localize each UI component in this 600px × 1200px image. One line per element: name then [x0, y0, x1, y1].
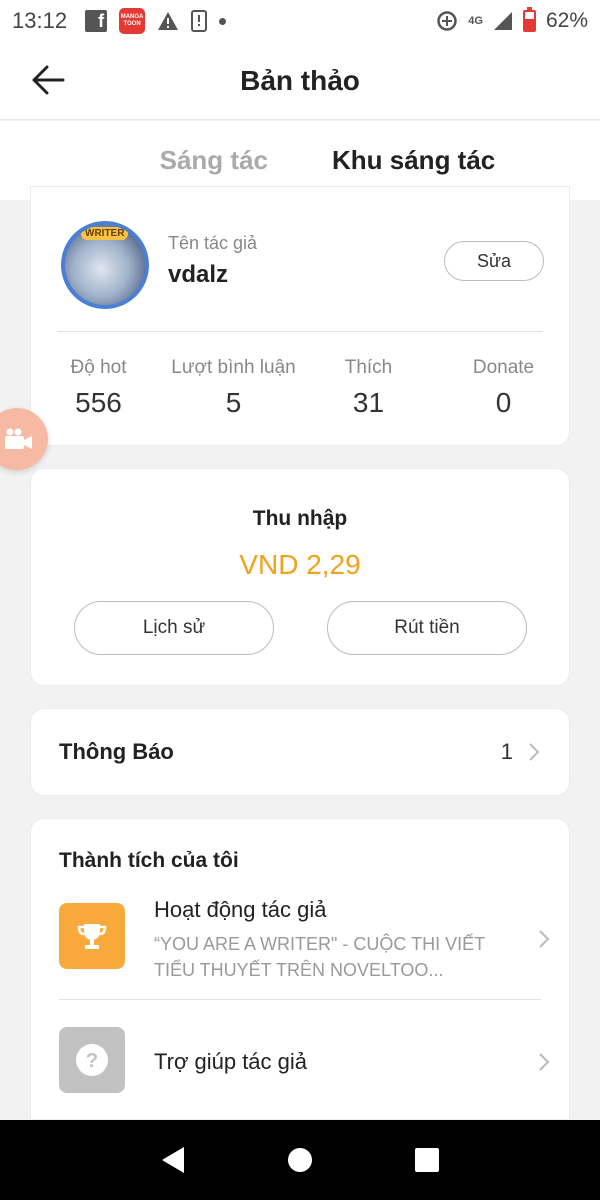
battery-icon	[522, 7, 536, 32]
square-recents-icon	[414, 1148, 439, 1172]
trophy-icon	[59, 903, 125, 969]
achievements-title: Thành tích của tôi	[59, 849, 239, 872]
stat-hot: Độ hot 556	[31, 357, 166, 419]
system-nav-bar	[0, 1120, 600, 1200]
stat-likes: Thích 31	[301, 357, 436, 419]
withdraw-button[interactable]: Rút tiền	[327, 601, 527, 655]
phone-alert-icon	[191, 10, 208, 32]
stat-value: 31	[352, 387, 385, 418]
stat-label: Độ hot	[70, 357, 127, 378]
stats-row: Độ hot 556 Lượt bình luận 5 Thích 31 Don…	[31, 357, 571, 419]
nav-home-button[interactable]	[280, 1140, 320, 1180]
stat-value: 5	[225, 387, 242, 418]
income-amount: VND 2,29	[239, 549, 361, 580]
dot-icon	[219, 17, 227, 25]
stat-value: 0	[495, 387, 512, 418]
tab-label: Khu sáng tác	[332, 145, 496, 175]
mangatoon-icon: MANGA TOON	[119, 8, 146, 34]
arrow-left-icon	[32, 65, 65, 95]
svg-text:?: ?	[86, 1050, 98, 1072]
stat-donate: Donate 0	[436, 357, 571, 419]
network-type: 4G	[468, 15, 483, 27]
video-camera-icon	[5, 428, 32, 449]
data-saver-icon	[436, 10, 458, 32]
stat-comments: Lượt bình luận 5	[166, 357, 301, 419]
author-activity-subtitle: “YOU ARE A WRITER" - CUỘC THI VIẾT TIỂU …	[154, 934, 485, 980]
help-icon: ?	[59, 1027, 125, 1093]
facebook-icon: f	[85, 10, 108, 32]
avatar[interactable]: WRITER	[61, 221, 149, 309]
writer-badge: WRITER	[81, 227, 129, 240]
author-help-title[interactable]: Trợ giúp tác giả	[154, 1049, 307, 1075]
edit-button[interactable]: Sửa	[444, 241, 544, 281]
author-activity-title[interactable]: Hoạt động tác giả	[154, 897, 326, 923]
back-button[interactable]	[28, 60, 68, 100]
nav-back-button[interactable]	[153, 1140, 193, 1180]
achievements-card: Thành tích của tôi Hoạt động tác giả “YO…	[30, 818, 570, 1120]
app-header: Bản thảo	[0, 42, 600, 120]
notification-count: 1	[500, 739, 513, 764]
author-name: vdalz	[168, 261, 229, 288]
circle-home-icon	[287, 1148, 312, 1172]
income-card: Thu nhập VND 2,29 Lịch sử Rút tiền	[30, 468, 570, 686]
chevron-right-icon[interactable]	[537, 929, 551, 949]
status-bar: 13:12 f MANGA TOON 4G 62%	[0, 0, 600, 42]
status-time: 13:12	[12, 8, 68, 33]
stat-value: 556	[75, 387, 122, 418]
chevron-right-icon[interactable]	[537, 1052, 551, 1072]
author-card: WRITER Tên tác giả vdalz Sửa Độ hot 556 …	[30, 186, 570, 446]
divider	[57, 331, 543, 332]
chevron-right-icon	[529, 743, 540, 761]
income-title: Thu nhập	[252, 507, 348, 530]
notification-title: Thông Báo	[59, 739, 174, 764]
page-title: Bản thảo	[240, 64, 360, 96]
signal-icon	[493, 11, 513, 31]
triangle-back-icon	[162, 1147, 185, 1173]
warning-icon	[157, 11, 179, 31]
divider	[59, 999, 541, 1000]
stat-label: Thích	[344, 357, 393, 378]
battery-percent: 62%	[545, 9, 588, 32]
notification-row[interactable]: Thông Báo 1	[30, 708, 570, 796]
stat-label: Donate	[472, 357, 535, 378]
stat-label: Lượt bình luận	[171, 357, 296, 378]
tab-label: Sáng tác	[159, 145, 268, 175]
nav-recents-button[interactable]	[407, 1140, 447, 1180]
history-button[interactable]: Lịch sử	[74, 601, 274, 655]
author-label: Tên tác giả	[168, 233, 258, 253]
